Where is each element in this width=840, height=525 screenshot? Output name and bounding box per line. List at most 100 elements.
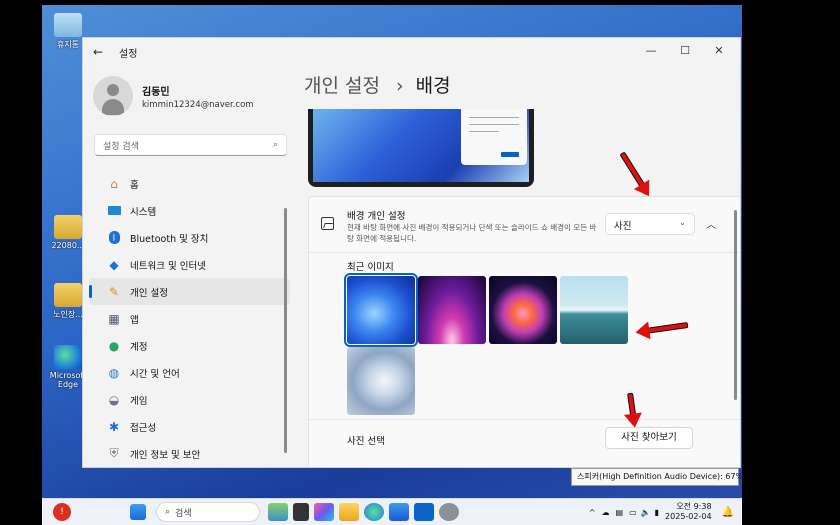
- window-controls: — ☐ ✕: [634, 41, 736, 61]
- system-icon: [106, 203, 122, 219]
- sidebar: 김동민 kimmin12324@naver.com 설정 검색 ⌕ ⌂ 홈 시스템…: [83, 66, 298, 467]
- sidebar-item-gaming[interactable]: ◒ 게임: [89, 386, 290, 413]
- sidebar-item-label: 계정: [130, 341, 148, 353]
- preview-wallpaper: [313, 109, 529, 182]
- clock-date: 2025-02-04: [665, 512, 712, 521]
- breadcrumb-current: 배경: [415, 75, 451, 97]
- image-icon: [321, 217, 334, 230]
- chevron-down-icon: ⌄: [679, 218, 686, 227]
- dropdown-value: 사진: [614, 221, 632, 232]
- search-icon: ⌕: [272, 140, 278, 150]
- recent-image-thumbnail[interactable]: [489, 276, 557, 344]
- clock-time: 오전 9:38: [676, 502, 712, 511]
- recent-images-label: 최근 이미지: [347, 262, 394, 273]
- sidebar-item-label: Bluetooth 및 장치: [130, 233, 209, 245]
- content-scrollbar[interactable]: [734, 210, 737, 400]
- choose-photo-label: 사진 선택: [347, 436, 385, 447]
- edge-icon[interactable]: [364, 503, 384, 521]
- clipboard-icon[interactable]: ▤: [616, 508, 624, 517]
- sidebar-item-label: 게임: [130, 395, 148, 407]
- background-personalize-row: 배경 개인 설정 현재 바탕 화면에 사진 배경이 적용되거나 단색 또는 슬라…: [309, 197, 740, 253]
- breadcrumb-parent[interactable]: 개인 설정: [304, 75, 380, 97]
- settings-app-icon[interactable]: [439, 503, 459, 521]
- search-input[interactable]: 설정 검색 ⌕: [94, 134, 287, 156]
- close-button[interactable]: ✕: [702, 41, 736, 61]
- chevron-up-icon[interactable]: ^: [589, 508, 596, 517]
- desktop-icon-label: 22080...: [51, 241, 85, 250]
- recent-image-thumbnail[interactable]: [344, 273, 418, 347]
- store-icon[interactable]: [389, 503, 409, 521]
- nav-list: ⌂ 홈 시스템 ᛒ Bluetooth 및 장치 ◆ 네트워크 및 인터넷 ✎ 개인 설…: [83, 170, 298, 467]
- background-type-dropdown[interactable]: 사진 ⌄: [605, 213, 695, 235]
- background-description: 현재 바탕 화면에 사진 배경이 적용되거나 단색 또는 슬라이드 쇼 배경이 …: [347, 223, 597, 243]
- outlook-icon[interactable]: [414, 503, 434, 521]
- battery-icon[interactable]: ▮: [655, 508, 659, 517]
- sidebar-item-privacy[interactable]: ⛨ 개인 정보 및 보안: [89, 440, 290, 467]
- maximize-button[interactable]: ☐: [668, 41, 702, 61]
- search-placeholder: 설정 검색: [103, 141, 139, 152]
- sidebar-item-accessibility[interactable]: ✱ 접근성: [89, 413, 290, 440]
- apps-icon: ▦: [108, 311, 120, 326]
- chevron-up-icon[interactable]: ︿: [702, 216, 720, 234]
- cloud-icon[interactable]: ☁: [602, 508, 610, 517]
- sidebar-item-label: 네트워크 및 인터넷: [130, 260, 206, 272]
- clock[interactable]: 오전 9:38 2025-02-04: [665, 502, 712, 522]
- recent-image-thumbnail[interactable]: [418, 276, 486, 344]
- breadcrumb-separator: ›: [396, 75, 404, 97]
- sidebar-item-label: 접근성: [130, 422, 157, 434]
- sidebar-item-bluetooth[interactable]: ᛒ Bluetooth 및 장치: [89, 224, 290, 251]
- start-icon[interactable]: [130, 504, 146, 520]
- volume-tooltip: 스피커(High Definition Audio Device): 67%: [571, 468, 743, 486]
- sidebar-item-network[interactable]: ◆ 네트워크 및 인터넷: [89, 251, 290, 278]
- recent-image-thumbnail[interactable]: [347, 347, 415, 415]
- desktop-preview: [308, 109, 534, 187]
- notification-bell-icon[interactable]: 🔔: [722, 507, 734, 518]
- system-tray: ^ ☁ ▤ ▭ 🔈 ▮ 오전 9:38 2025-02-04 🔔: [589, 502, 734, 522]
- sidebar-item-label: 홈: [130, 179, 139, 191]
- window-title: 설정: [119, 48, 138, 60]
- taskbar-search[interactable]: ⌕ 검색: [156, 502, 260, 522]
- recent-image-thumbnail[interactable]: [560, 276, 628, 344]
- network-icon[interactable]: ▭: [629, 508, 637, 517]
- browse-photos-button[interactable]: 사진 찾아보기: [605, 427, 693, 449]
- sidebar-item-time-language[interactable]: ◍ 시간 및 언어: [89, 359, 290, 386]
- taskbar-search-label: 검색: [175, 508, 192, 519]
- desktop-icon-label: 노인장...: [53, 310, 83, 319]
- wifi-icon: ◆: [109, 257, 119, 272]
- warning-icon[interactable]: !: [53, 503, 71, 521]
- sidebar-scrollbar[interactable]: [284, 208, 287, 453]
- profile-email: kimmin12324@naver.com: [142, 99, 254, 110]
- profile-name: 김동민: [142, 86, 170, 98]
- choose-photo-row: 사진 선택 사진 찾아보기: [309, 419, 740, 457]
- sidebar-item-home[interactable]: ⌂ 홈: [89, 170, 290, 197]
- back-arrow-icon[interactable]: ←: [93, 45, 109, 59]
- desktop-icon-label: Microsoft Edge: [49, 371, 87, 389]
- folder-icon: [54, 283, 82, 307]
- widget-icon[interactable]: [268, 503, 288, 521]
- speaker-icon[interactable]: 🔈: [641, 508, 651, 517]
- file-explorer-icon[interactable]: [339, 503, 359, 521]
- sidebar-item-label: 시간 및 언어: [130, 368, 180, 380]
- globe-icon: ◍: [108, 365, 120, 380]
- sidebar-item-personalization[interactable]: ✎ 개인 설정: [89, 278, 290, 305]
- edge-icon: [54, 345, 82, 369]
- user-profile[interactable]: 김동민 kimmin12324@naver.com: [83, 66, 298, 126]
- minimize-button[interactable]: —: [634, 41, 668, 61]
- folder-icon: [54, 215, 82, 239]
- copilot-icon[interactable]: [314, 503, 334, 521]
- shield-icon: ⛨: [109, 446, 119, 460]
- search-icon: ⌕: [165, 507, 171, 517]
- background-title: 배경 개인 설정: [347, 211, 406, 222]
- gamepad-icon: ◒: [108, 392, 120, 407]
- recycle-bin-icon: [54, 13, 82, 37]
- home-icon: ⌂: [110, 176, 118, 191]
- settings-window: ← 설정 — ☐ ✕ 김동민 kimmin12324@naver.com 설정 …: [82, 37, 741, 468]
- sidebar-item-apps[interactable]: ▦ 앱: [89, 305, 290, 332]
- taskbar: ! ⌕ 검색 ^ ☁ ▤ ▭ 🔈 ▮ 오전 9:38 2025-02-04 🔔: [42, 498, 742, 525]
- accessibility-icon: ✱: [108, 419, 120, 434]
- task-view-icon[interactable]: [293, 503, 309, 521]
- sidebar-item-accounts[interactable]: ● 계정: [89, 332, 290, 359]
- page-title: 개인 설정 › 배경: [304, 71, 451, 98]
- main-content: 개인 설정 › 배경 배경 개인 설정 현재 바탕 화면에 사진 배경이 적용되…: [304, 66, 740, 467]
- sidebar-item-system[interactable]: 시스템: [89, 197, 290, 224]
